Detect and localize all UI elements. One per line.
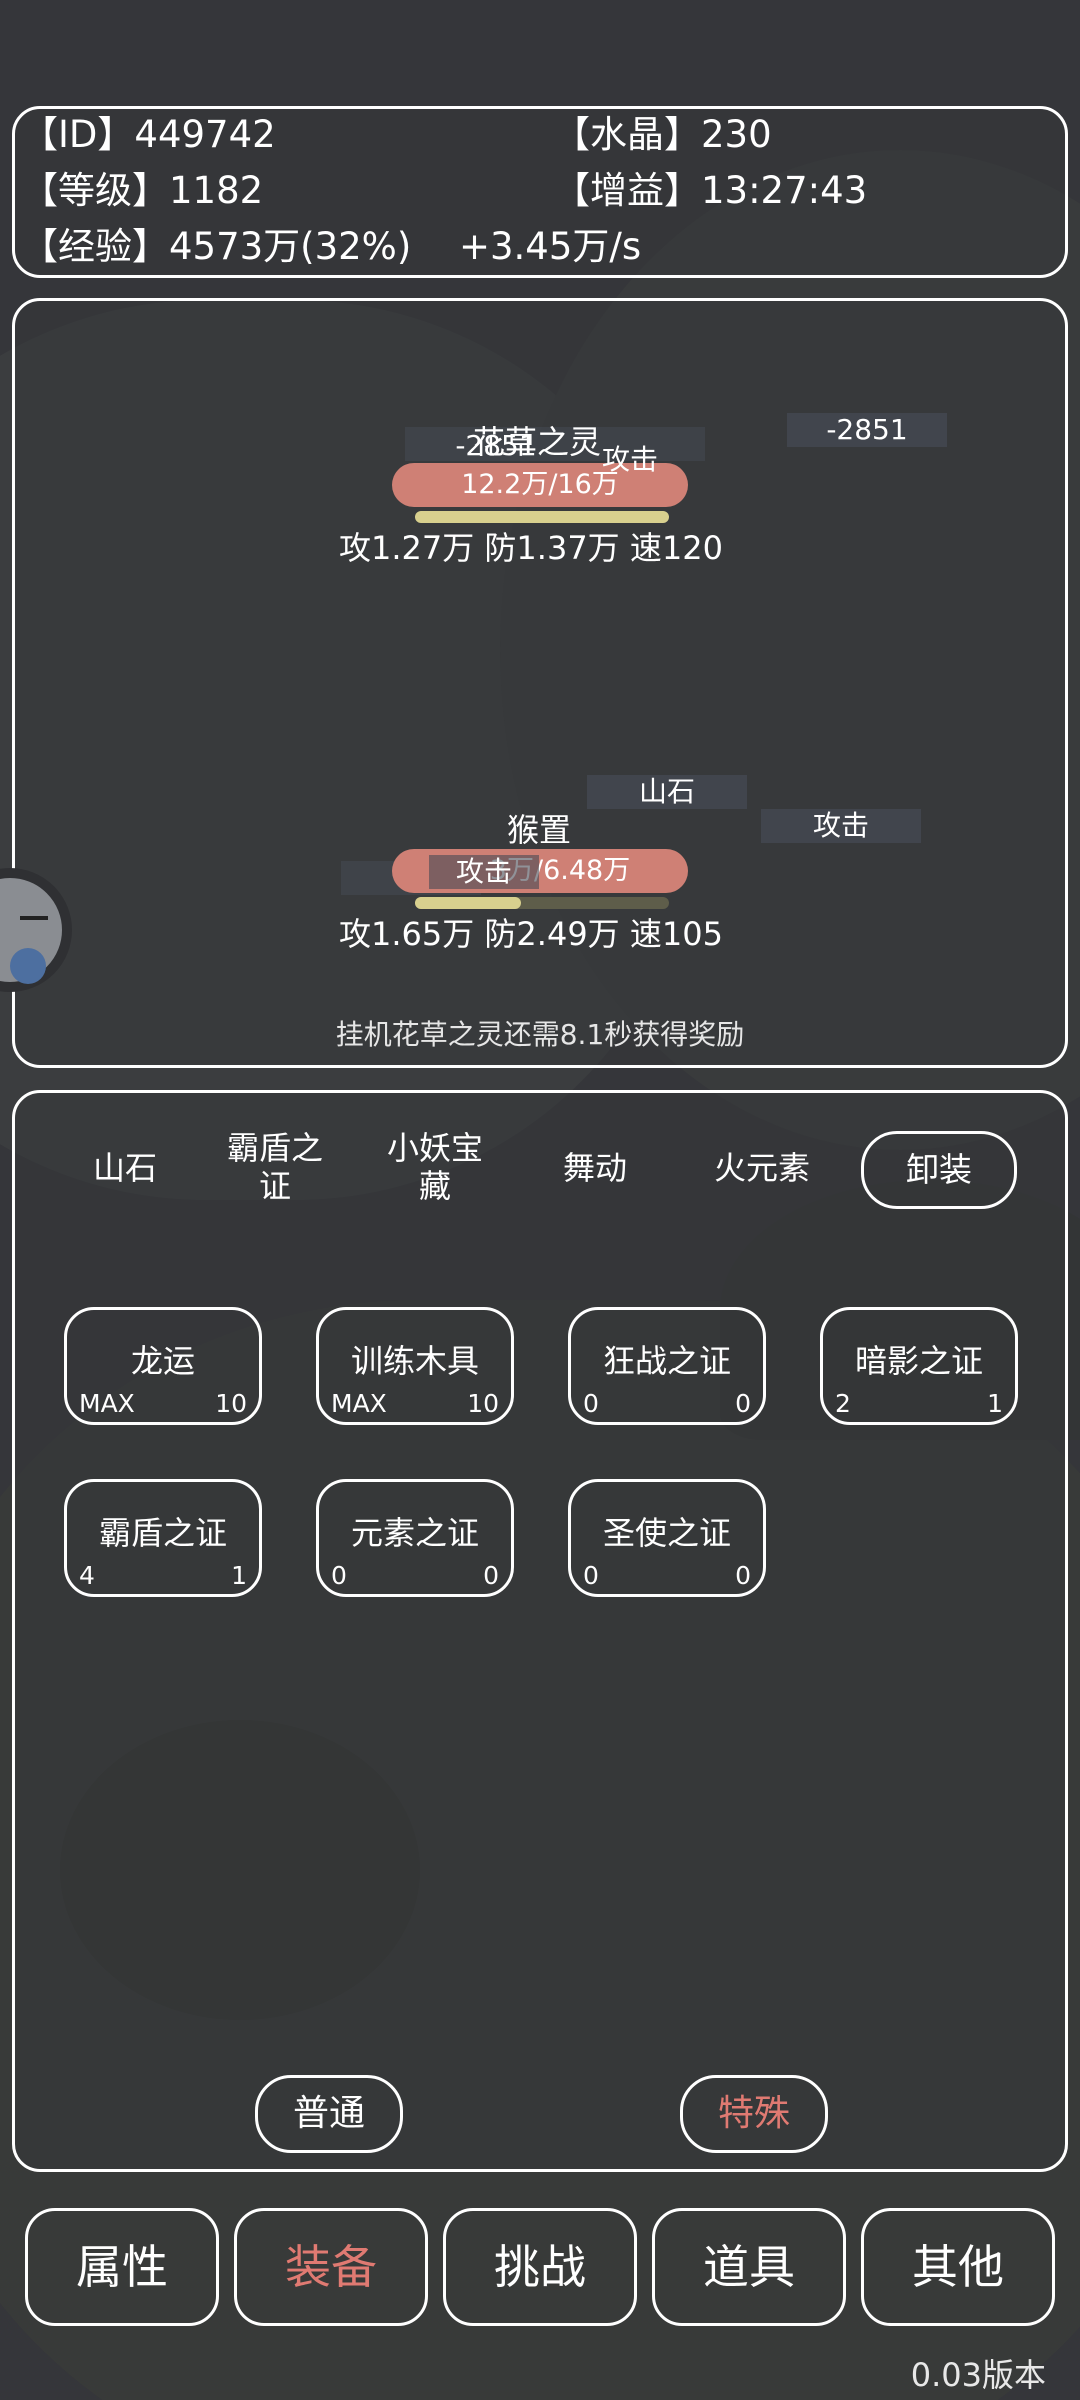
equip-slot-berserk-proof[interactable]: 狂战之证 0 0 — [568, 1307, 766, 1425]
player-action-bar-label: 攻击 — [429, 855, 539, 889]
slot-name: 圣使之证 — [602, 1514, 731, 1552]
player-action-right: 攻击 — [761, 809, 921, 843]
slot-level: MAX — [79, 1389, 135, 1418]
slot-level: 0 — [331, 1561, 347, 1590]
unequip-button[interactable]: 卸装 — [861, 1131, 1017, 1209]
experience: 【经验】4573万(32%) — [21, 225, 412, 268]
slot-count: 1 — [987, 1389, 1003, 1418]
slot-level: 0 — [583, 1389, 599, 1418]
player-stats: 攻1.65万 防2.49万 速105 — [339, 915, 723, 953]
equip-slot-envoy-proof[interactable]: 圣使之证 0 0 — [568, 1479, 766, 1597]
equip-slot-shadow-proof[interactable]: 暗影之证 2 1 — [820, 1307, 1018, 1425]
enemy-action-label: 攻击 — [601, 443, 658, 476]
player-name: 猴置 — [507, 811, 572, 849]
slot-count: 0 — [735, 1389, 751, 1418]
equipment-panel: 山石 霸盾之 证 小妖宝 藏 舞动 火元素 卸装 龙运 MAX 10 训练木具 … — [12, 1090, 1068, 2172]
slot-name: 暗影之证 — [854, 1342, 983, 1380]
nav-other[interactable]: 其他 — [861, 2208, 1055, 2326]
exp-rate: +3.45万/s — [459, 225, 642, 268]
category-tab-fire-element[interactable]: 火元素 — [682, 1149, 842, 1187]
equip-slot-shield-proof[interactable]: 霸盾之证 4 1 — [64, 1479, 262, 1597]
nav-equipment[interactable]: 装备 — [234, 2208, 428, 2326]
category-tab-xiaoyao[interactable]: 小妖宝 藏 — [365, 1129, 505, 1205]
menu-dot-icon — [10, 948, 46, 984]
player-skill-label: 山石 — [587, 775, 747, 809]
equip-slot-training-dummy[interactable]: 训练木具 MAX 10 — [316, 1307, 514, 1425]
minus-icon — [20, 916, 48, 920]
player-level: 【等级】1182 — [21, 169, 264, 212]
nav-challenge[interactable]: 挑战 — [443, 2208, 637, 2326]
enemy-damage-number-right: -2851 — [787, 413, 947, 447]
slot-name: 龙运 — [130, 1342, 195, 1380]
battle-panel: 花草之灵 -2851 -2851 12.2万/16万 攻击 攻1.27万 防1.… — [12, 298, 1068, 1068]
enemy-damage-number: -2851 — [455, 429, 537, 462]
slot-level: 2 — [835, 1389, 851, 1418]
slot-level: MAX — [331, 1389, 387, 1418]
player-energy-bar — [415, 897, 521, 909]
slot-name: 霸盾之证 — [98, 1514, 227, 1552]
idle-reward-hint: 挂机花草之灵还需8.1秒获得奖励 — [335, 1018, 745, 1051]
slot-count: 0 — [735, 1561, 751, 1590]
category-tab-wudong[interactable]: 舞动 — [525, 1149, 665, 1187]
buff-timer: 【增益】13:27:43 — [553, 169, 868, 212]
player-id: 【ID】449742 — [21, 113, 276, 156]
crystal-count: 【水晶】230 — [553, 113, 772, 156]
slot-count: 1 — [231, 1561, 247, 1590]
slot-level: 0 — [583, 1561, 599, 1590]
equip-slot-element-proof[interactable]: 元素之证 0 0 — [316, 1479, 514, 1597]
equip-slot-longyun[interactable]: 龙运 MAX 10 — [64, 1307, 262, 1425]
slot-name: 训练木具 — [350, 1342, 479, 1380]
slot-name: 元素之证 — [350, 1514, 479, 1552]
slot-count: 0 — [483, 1561, 499, 1590]
enemy-energy-bar — [415, 511, 669, 523]
version-label: 0.03版本 — [910, 2356, 1046, 2394]
player-info-panel: 【ID】449742 【水晶】230 【等级】1182 【增益】13:27:43… — [12, 106, 1068, 278]
nav-items[interactable]: 道具 — [652, 2208, 846, 2326]
slot-name: 狂战之证 — [602, 1342, 731, 1380]
mode-normal-button[interactable]: 普通 — [255, 2075, 403, 2153]
slot-count: 10 — [215, 1389, 247, 1418]
slot-count: 10 — [467, 1389, 499, 1418]
nav-attributes[interactable]: 属性 — [25, 2208, 219, 2326]
enemy-stats: 攻1.27万 防1.37万 速120 — [339, 529, 723, 567]
category-tab-badun[interactable]: 霸盾之 证 — [205, 1129, 345, 1205]
mode-special-button[interactable]: 特殊 — [680, 2075, 828, 2153]
category-tab-shanshi[interactable]: 山石 — [55, 1149, 195, 1187]
slot-level: 4 — [79, 1561, 95, 1590]
